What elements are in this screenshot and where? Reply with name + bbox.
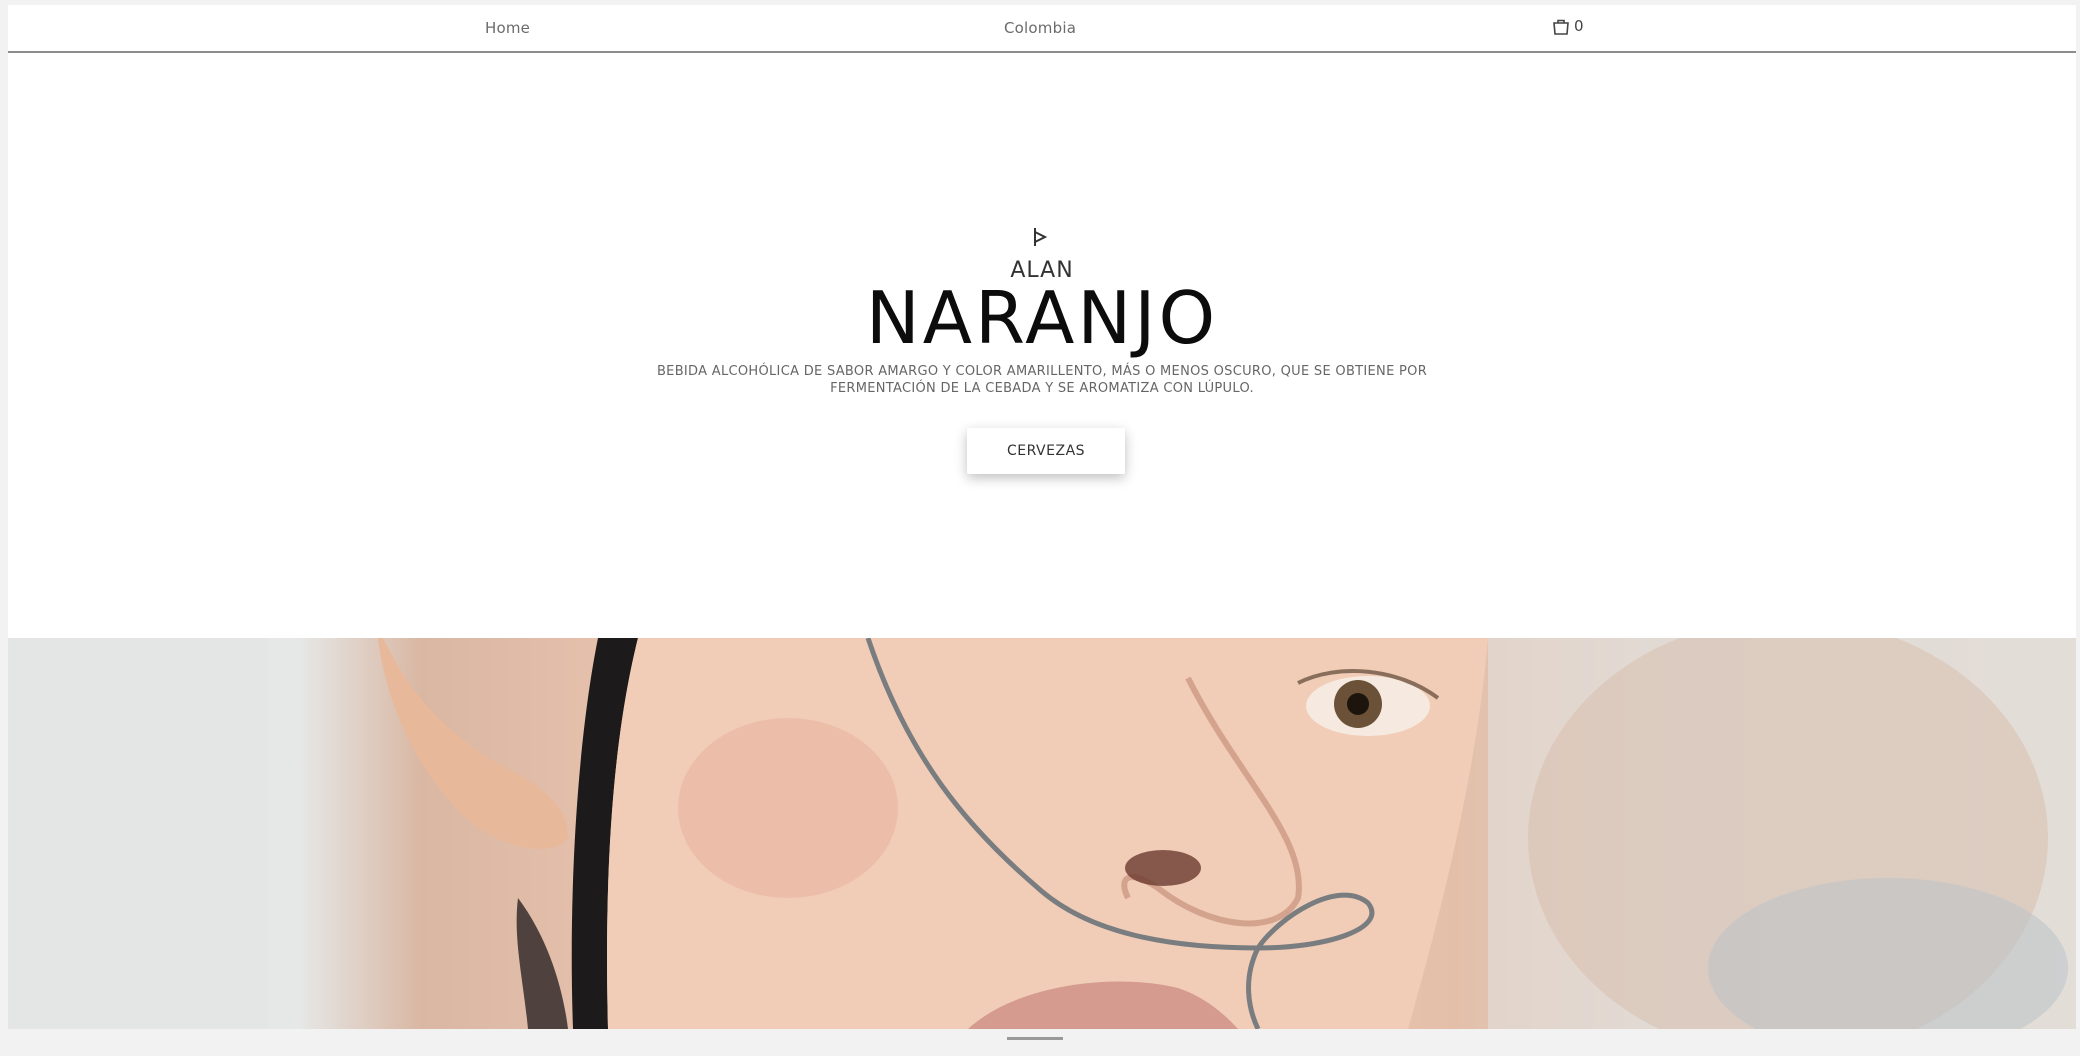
hero-title: NARANJO [865,276,1219,360]
top-nav: Home Colombia 0 [8,5,2076,53]
shopping-bag-icon [1552,18,1570,35]
play-logo-icon [1034,228,1048,246]
hero-description: BEBIDA ALCOHÓLICA DE SABOR AMARGO Y COLO… [656,364,1428,396]
hero-section: ALAN NARANJO BEBIDA ALCOHÓLICA DE SABOR … [8,53,2076,638]
nav-country-link[interactable]: Colombia [1004,19,1076,37]
scroll-indicator [1007,1037,1063,1040]
portrait-photo-illustration [8,638,2076,1029]
cart-count: 0 [1574,17,1584,35]
cart-button[interactable]: 0 [1552,17,1584,35]
cervezas-button[interactable]: CERVEZAS [967,428,1125,474]
page: Home Colombia 0 ALAN NARANJO BEBIDA ALCO… [8,5,2076,1029]
nav-home-link[interactable]: Home [485,19,530,37]
hero-photo [8,638,2076,1029]
